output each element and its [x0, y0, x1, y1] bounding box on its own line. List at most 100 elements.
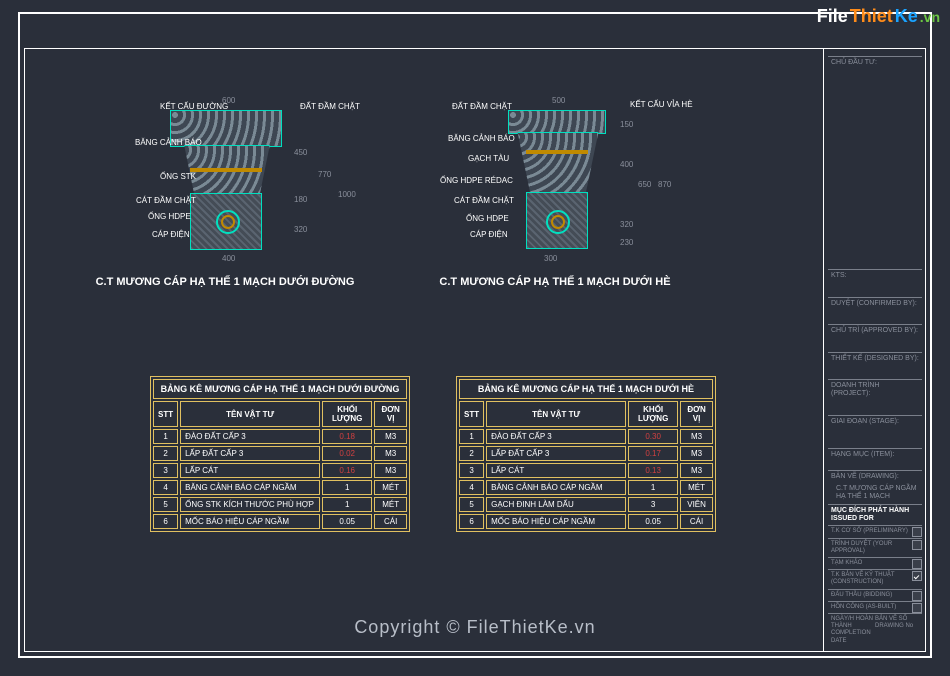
table-row: 2LẤP ĐẤT CẤP 30.02M3	[153, 446, 407, 461]
tb-chudau: CHỦ ĐẦU TƯ:	[828, 56, 922, 69]
tb-doanh: DOANH TRÌNH (PROJECT):	[828, 379, 922, 401]
title-block: CHỦ ĐẦU TƯ: KTS: DUYỆT (CONFIRMED BY): C…	[828, 52, 922, 648]
label-ketcau: KẾT CẤU ĐƯỜNG	[160, 102, 228, 111]
table-row: 4BĂNG CẢNH BÁO CÁP NGẦM1MÉT	[459, 480, 713, 495]
trench-road	[130, 90, 290, 270]
th-dv: ĐƠN VỊ	[374, 401, 407, 427]
bom-table-road: BẢNG KÊ MƯƠNG CÁP HẠ THẾ 1 MẠCH DƯỚI ĐƯỜ…	[150, 376, 410, 532]
tb-kts: KTS:	[828, 269, 922, 282]
th2-dv: ĐƠN VỊ	[680, 401, 713, 427]
table-row: 2LẤP ĐẤT CẤP 30.17M3	[459, 446, 713, 461]
tb-duyet: DUYỆT (CONFIRMED BY):	[828, 297, 922, 310]
dim-h1: 450	[294, 148, 307, 157]
dim2-h5: 230	[620, 238, 633, 247]
logo-thiet: Thiet	[850, 6, 893, 27]
label-ongstk: ỐNG STK	[160, 172, 196, 181]
label2-datdam: ĐẤT ĐẦM CHẶT	[452, 102, 512, 111]
dim2-top: 500	[552, 96, 565, 105]
dim-h2: 180	[294, 195, 307, 204]
checkbox-icon	[912, 559, 922, 569]
checkbox-icon	[912, 571, 922, 581]
table1-title: BẢNG KÊ MƯƠNG CÁP HẠ THẾ 1 MẠCH DƯỚI ĐƯỜ…	[153, 379, 407, 399]
table-row: 6MỐC BÁO HIỆU CÁP NGẦM0.05CÁI	[459, 514, 713, 529]
tb-chutri: CHỦ TRÌ (APPROVED BY):	[828, 324, 922, 337]
dim2-total: 870	[658, 180, 671, 189]
section-drawing-road: KẾT CẤU ĐƯỜNG ĐẤT ĐẦM CHẶT BĂNG CẢNH BÁO…	[130, 90, 385, 288]
checkbox-icon	[912, 527, 922, 537]
table-row: 6MỐC BÁO HIỆU CÁP NGẦM0.05CÁI	[153, 514, 407, 529]
label2-bangcanhbao: BĂNG CẢNH BÁO	[448, 134, 515, 143]
th2-kl: KHỐI LƯỢNG	[628, 401, 678, 427]
th-kl: KHỐI LƯỢNG	[322, 401, 372, 427]
label-bangcanhbao: BĂNG CẢNH BÁO	[135, 138, 202, 147]
dim2-h1: 150	[620, 120, 633, 129]
checkbox-icon	[912, 603, 922, 613]
dim-h4: 1000	[338, 190, 356, 199]
table-row: 3LẤP CÁT0.16M3	[153, 463, 407, 478]
th2-stt: STT	[459, 401, 484, 427]
dim-h3: 320	[294, 225, 307, 234]
table1-body: 1ĐÀO ĐẤT CẤP 30.18M3 2LẤP ĐẤT CẤP 30.02M3…	[153, 429, 407, 529]
dim2-h2: 400	[620, 160, 633, 169]
cad-canvas[interactable]: FileThietKe.vn KẾT CẤU ĐƯỜNG ĐẤT ĐẦM CHẶ…	[0, 0, 950, 676]
tb-thietke: THIẾT KẾ (DESIGNED BY):	[828, 352, 922, 365]
checklist-item: ĐẤU THẦU (BIDDING)	[828, 589, 922, 601]
drawing-title-sidewalk: C.T MƯƠNG CÁP HẠ THẾ 1 MẠCH DƯỚI HÈ	[395, 276, 715, 288]
th-ten: TÊN VẬT TƯ	[180, 401, 320, 427]
checkbox-icon	[912, 591, 922, 601]
cable2	[551, 215, 565, 229]
table-row: 1ĐÀO ĐẤT CẤP 30.30M3	[459, 429, 713, 444]
dim-bottom: 400	[222, 254, 235, 263]
warning-tape2	[526, 150, 588, 154]
table2-body: 1ĐÀO ĐẤT CẤP 30.30M3 2LẤP ĐẤT CẤP 30.17M3…	[459, 429, 713, 529]
label2-capdien: CÁP ĐIỆN	[470, 230, 508, 239]
dim-total: 770	[318, 170, 331, 179]
label2-onghdpe: ỐNG HDPE	[466, 214, 509, 223]
label-capdien: CÁP ĐIỆN	[152, 230, 190, 239]
table-row: 3LẤP CÁT0.13M3	[459, 463, 713, 478]
label-catdam: CÁT ĐẦM CHẶT	[136, 196, 196, 205]
checklist-item: TẠM KHẢO	[828, 557, 922, 569]
bom-table-sidewalk: BẢNG KÊ MƯƠNG CÁP HẠ THẾ 1 MẠCH DƯỚI HÈ …	[456, 376, 716, 532]
table2-title: BẢNG KÊ MƯƠNG CÁP HẠ THẾ 1 MẠCH DƯỚI HÈ	[459, 379, 713, 399]
dim2-h4: 320	[620, 220, 633, 229]
label2-hdpereg: ỐNG HDPE RÉDAC	[440, 176, 513, 185]
layer-sidewalk-top	[508, 110, 606, 134]
label-onghdpe: ỐNG HDPE	[148, 212, 191, 221]
checklist-item: HỒN CÔNG (AS-BUILT)	[828, 601, 922, 613]
logo-ke: Ke	[895, 6, 918, 27]
dim-top: 600	[222, 96, 235, 105]
label-datdam-r: ĐẤT ĐẦM CHẶT	[300, 102, 360, 111]
logo-vn: .vn	[920, 9, 940, 25]
cable	[221, 215, 235, 229]
th2-ten: TÊN VẬT TƯ	[486, 401, 626, 427]
layer-fill2	[512, 132, 604, 194]
table-row: 1ĐÀO ĐẤT CẤP 30.18M3	[153, 429, 407, 444]
checklist-item: TRÌNH DUYỆT (YOUR APPROVAL)	[828, 538, 922, 557]
label2-ketcau: KẾT CẤU VỈA HÈ	[630, 100, 693, 109]
checklist-item: T.K CƠ SỞ (PRELIMINARY)	[828, 525, 922, 537]
th-stt: STT	[153, 401, 178, 427]
dim2-h3: 650	[638, 180, 651, 189]
tb-banve-name: C.T MƯƠNG CÁP NGẦM HẠ THẾ 1 MẠCH	[828, 483, 922, 504]
label2-gachtau: GẠCH TÀU	[468, 154, 509, 163]
table-row: 4BĂNG CẢNH BÁO CÁP NGẦM1MÉT	[153, 480, 407, 495]
table-row: 5GẠCH ĐINH LÀM DẤU3VIÊN	[459, 497, 713, 512]
tb-hangmuc: HẠNG MỤC (ITEM):	[828, 448, 922, 461]
logo-file: File	[817, 6, 848, 27]
label2-catdam: CÁT ĐẦM CHẶT	[454, 196, 514, 205]
tb-mucdich: MỤC ĐÍCH PHÁT HÀNH ISSUED FOR	[828, 504, 922, 526]
tb-banve: BẢN VẼ (DRAWING):	[828, 470, 922, 483]
section-drawing-sidewalk: ĐẤT ĐẦM CHẶT KẾT CẤU VỈA HÈ BĂNG CẢNH BÁ…	[460, 90, 715, 288]
tb-giadoan: GIAI ĐOẠN (STAGE):	[828, 415, 922, 428]
checkbox-icon	[912, 540, 922, 550]
dim2-bottom: 300	[544, 254, 557, 263]
tb-checklist: T.K CƠ SỞ (PRELIMINARY)TRÌNH DUYỆT (YOUR…	[828, 525, 922, 613]
warning-tape	[190, 168, 262, 172]
watermark-logo: FileThietKe.vn	[817, 6, 940, 27]
table-row: 5ỐNG STK KÍCH THƯỚC PHÙ HỢP1MÉT	[153, 497, 407, 512]
drawing-title-road: C.T MƯƠNG CÁP HẠ THẾ 1 MẠCH DƯỚI ĐƯỜNG	[65, 276, 385, 288]
watermark-footer: Copyright © FileThietKe.vn	[0, 617, 950, 638]
titleblock-divider	[823, 48, 824, 652]
checklist-item: T.K BẢN VẼ KỸ THUẬT (CONSTRUCTION)	[828, 569, 922, 588]
